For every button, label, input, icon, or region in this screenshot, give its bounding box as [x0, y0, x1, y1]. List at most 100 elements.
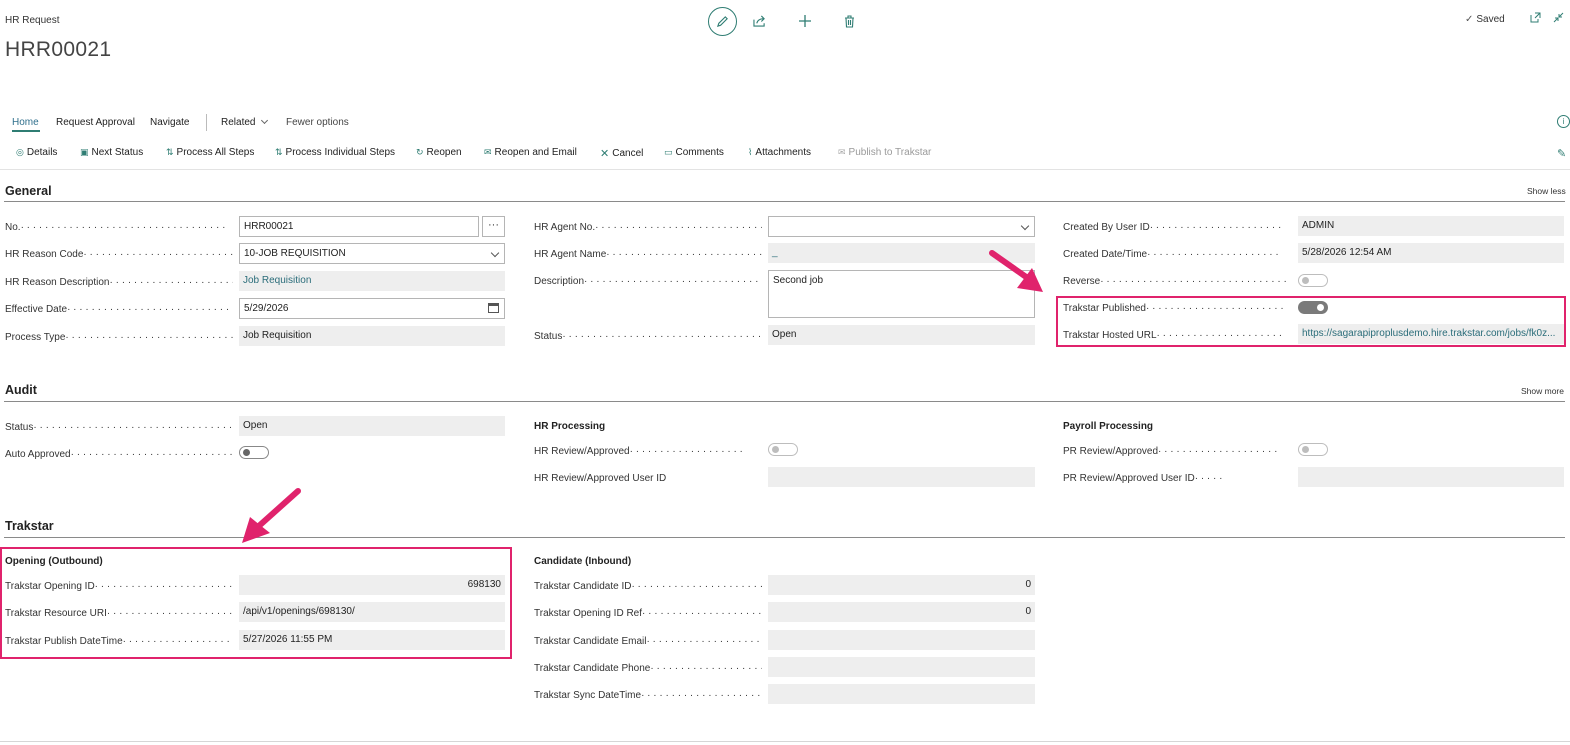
action-menu: Home Request Approval Navigate Related F…: [0, 114, 1570, 134]
process-all-steps-action[interactable]: ⇅ Process All Steps: [166, 147, 254, 158]
opening-ref-label: Trakstar Opening ID Ref · · · · · · · · …: [534, 608, 762, 619]
no-label: No. · · · · · · · · · · · · · · · · · · …: [5, 222, 226, 233]
effective-date-field[interactable]: 5/29/2026: [239, 298, 505, 319]
candidate-email-label: Trakstar Candidate Email · · · · · · · ·…: [534, 636, 760, 647]
hr-processing-title: HR Processing: [534, 421, 606, 432]
collapse-icon[interactable]: [1553, 12, 1564, 26]
no-lookup-button[interactable]: ···: [482, 216, 505, 237]
pin-icon[interactable]: ✎: [1557, 147, 1566, 160]
active-tab-underline: [12, 130, 40, 132]
auto-approved-toggle[interactable]: [239, 446, 269, 459]
pr-review-user-value: [1298, 467, 1564, 487]
annotation-arrow: [242, 488, 301, 543]
candidate-inbound-title: Candidate (Inbound): [534, 556, 632, 567]
menu-related[interactable]: Related: [221, 116, 269, 128]
email-icon: ✉: [484, 147, 492, 157]
menu-navigate[interactable]: Navigate: [150, 117, 189, 128]
comments-action[interactable]: ▭ Comments: [664, 147, 724, 158]
highlight-trakstar-published: [1056, 296, 1566, 347]
reason-code-select[interactable]: 10-JOB REQUISITION: [239, 243, 505, 264]
agent-no-select[interactable]: [768, 216, 1035, 237]
pr-review-user-label: PR Review/Approved User ID · · · · ·: [1063, 473, 1223, 484]
general-show-less[interactable]: Show less: [1527, 186, 1566, 196]
audit-divider: [4, 401, 1565, 402]
info-icon[interactable]: i: [1557, 115, 1570, 128]
process-type-value: Job Requisition: [239, 326, 505, 346]
created-date-value: 5/28/2026 12:54 AM: [1298, 243, 1564, 263]
menu-request-approval[interactable]: Request Approval: [56, 117, 135, 128]
audit-status-value: Open: [239, 416, 505, 436]
reason-desc-link[interactable]: Job Requisition: [239, 271, 505, 291]
saved-status: ✓ Saved: [1465, 14, 1505, 25]
candidate-phone-value: [768, 657, 1035, 677]
close-icon: ✕: [600, 148, 610, 160]
page-kind: HR Request: [5, 15, 60, 26]
reopen-action[interactable]: ↻ Reopen: [416, 147, 462, 158]
attachments-action[interactable]: ⌇ Attachments: [748, 147, 811, 158]
saved-label: Saved: [1476, 14, 1505, 25]
pr-review-label: PR Review/Approved · · · · · · · · · · ·…: [1063, 446, 1278, 457]
sync-datetime-label: Trakstar Sync DateTime · · · · · · · · ·…: [534, 690, 762, 701]
payroll-processing-title: Payroll Processing: [1063, 421, 1154, 432]
no-field[interactable]: HRR00021: [239, 216, 479, 237]
reason-desc-label: HR Reason Description · · · · · · · · · …: [5, 277, 233, 288]
hr-review-label: HR Review/Approved · · · · · · · · · · ·…: [534, 446, 743, 457]
menu-home[interactable]: Home: [12, 117, 39, 128]
page-title: HRR00021: [5, 38, 112, 61]
trakstar-section-title[interactable]: Trakstar: [5, 519, 54, 533]
edit-button[interactable]: [708, 6, 737, 36]
eye-icon: ◎: [16, 147, 24, 157]
reverse-toggle[interactable]: [1298, 274, 1328, 287]
candidate-id-value: 0: [768, 575, 1035, 595]
reopen-icon: ↻: [416, 147, 424, 157]
actions-divider: [0, 169, 1570, 170]
audit-section-title[interactable]: Audit: [5, 383, 37, 397]
status-value: Open: [768, 325, 1035, 345]
actions-bar: ◎ Details ▣ Next Status ⇅ Process All Steps…: [0, 143, 1570, 163]
process-individual-steps-action[interactable]: ⇅ Process Individual Steps: [275, 147, 395, 158]
window-controls: [1530, 12, 1564, 26]
audit-status-label: Status · · · · · · · · · · · · · · · · ·…: [5, 422, 233, 433]
general-section-title[interactable]: General: [5, 184, 52, 198]
paperclip-icon: ⌇: [748, 147, 753, 157]
menu-fewer-options[interactable]: Fewer options: [286, 117, 349, 128]
annotation-arrow: [989, 250, 1043, 292]
hr-review-user-value: [768, 467, 1035, 487]
created-by-label: Created By User ID · · · · · · · · · · ·…: [1063, 222, 1282, 233]
cancel-action[interactable]: ✕ Cancel: [600, 147, 643, 160]
reverse-label: Reverse · · · · · · · · · · · · · · · · …: [1063, 276, 1287, 287]
plus-icon: [798, 15, 811, 27]
details-action[interactable]: ◎ Details: [16, 147, 57, 158]
reason-code-label: HR Reason Code · · · · · · · · · · · · ·…: [5, 249, 233, 260]
pr-review-toggle[interactable]: [1298, 443, 1328, 456]
process-step-icon: ⇅: [275, 147, 283, 157]
check-icon: ✓: [1465, 14, 1474, 25]
candidate-id-label: Trakstar Candidate ID · · · · · · · · · …: [534, 581, 762, 592]
delete-button[interactable]: [827, 14, 872, 28]
agent-name-label: HR Agent Name · · · · · · · · · · · · · …: [534, 249, 762, 260]
next-status-action[interactable]: ▣ Next Status: [80, 147, 143, 158]
menu-separator: [206, 114, 207, 131]
audit-show-more[interactable]: Show more: [1521, 386, 1564, 396]
calendar-icon[interactable]: [488, 303, 499, 313]
publish-to-trakstar-action[interactable]: ✉ Publish to Trakstar: [838, 147, 931, 158]
general-divider: [4, 201, 1565, 202]
comment-icon: ▭: [664, 147, 673, 157]
trash-icon: [845, 14, 854, 28]
opening-ref-value: 0: [768, 602, 1035, 622]
highlight-opening-outbound: [0, 547, 512, 659]
effective-date-label: Effective Date · · · · · · · · · · · · ·…: [5, 304, 233, 315]
hr-review-toggle[interactable]: [768, 443, 798, 456]
auto-approved-label: Auto Approved · · · · · · · · · · · · · …: [5, 449, 233, 460]
reopen-and-email-action[interactable]: ✉ Reopen and Email: [484, 147, 577, 158]
share-button[interactable]: [737, 15, 782, 27]
share-icon: [753, 15, 765, 27]
pencil-icon: [716, 15, 728, 27]
open-new-window-icon[interactable]: [1530, 12, 1541, 26]
bottom-border: [0, 741, 1570, 742]
publish-icon: ✉: [838, 147, 846, 157]
candidate-phone-label: Trakstar Candidate Phone · · · · · · · ·…: [534, 663, 762, 674]
process-icon: ⇅: [166, 147, 174, 157]
new-button[interactable]: [782, 15, 827, 27]
hr-review-user-label: HR Review/Approved User ID: [534, 473, 667, 484]
